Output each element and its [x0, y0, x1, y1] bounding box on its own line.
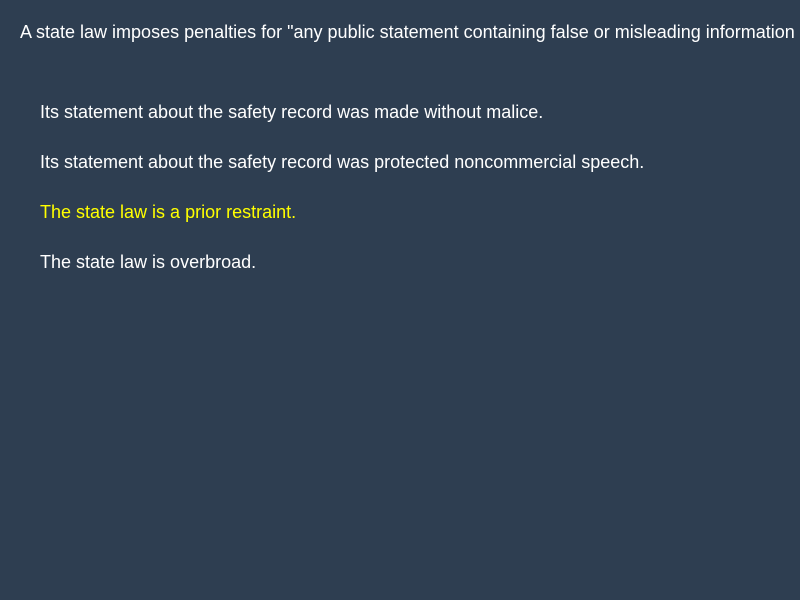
answer-option-4[interactable]: The state law is overbroad. [40, 250, 780, 274]
question-text: A state law imposes penalties for "any p… [20, 22, 800, 42]
answer-option-2[interactable]: Its statement about the safety record wa… [40, 150, 780, 174]
answer-options-list: Its statement about the safety record wa… [40, 100, 780, 300]
answer-option-1[interactable]: Its statement about the safety record wa… [40, 100, 780, 124]
answer-option-3[interactable]: The state law is a prior restraint. [40, 200, 780, 224]
